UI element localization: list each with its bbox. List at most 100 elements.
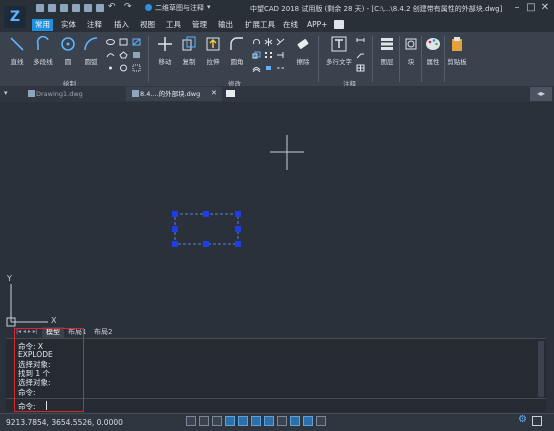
menu-app-plus[interactable]: APP+ bbox=[304, 19, 330, 31]
stretch-button[interactable]: 拉伸 bbox=[202, 36, 224, 66]
block-button[interactable]: 块 bbox=[402, 36, 420, 66]
menu-extension-tools[interactable]: 扩展工具 bbox=[242, 19, 278, 31]
menu-online[interactable]: 在线 bbox=[280, 19, 301, 31]
tab-layout2[interactable]: 布局2 bbox=[90, 327, 116, 338]
otrack-toggle-icon[interactable] bbox=[251, 416, 261, 426]
command-scrollbar[interactable] bbox=[538, 341, 544, 397]
menu-solid[interactable]: 实体 bbox=[58, 19, 79, 31]
erase-button[interactable]: 擦除 bbox=[292, 36, 314, 66]
break-icon[interactable] bbox=[276, 64, 285, 72]
command-window[interactable]: 命令: X EXPLODE 选择对象: 找到 1 个 选择对象: 命令: 命令: bbox=[6, 338, 546, 412]
layer-button[interactable]: 图层 bbox=[376, 36, 398, 66]
drawing-canvas[interactable]: Y X bbox=[0, 102, 554, 330]
lineweight-toggle-icon[interactable] bbox=[264, 416, 274, 426]
hatch-icon[interactable] bbox=[132, 38, 141, 46]
grip[interactable] bbox=[203, 241, 209, 247]
dynamic-input-toggle-icon[interactable] bbox=[277, 416, 287, 426]
copy-button[interactable]: 复制 bbox=[178, 36, 200, 66]
menu-view[interactable]: 视图 bbox=[137, 19, 158, 31]
maximize-button[interactable]: □ bbox=[524, 2, 538, 14]
fillet-button[interactable]: 圆角 bbox=[226, 36, 248, 66]
mirror-icon[interactable] bbox=[264, 38, 273, 46]
scale-icon[interactable] bbox=[252, 51, 261, 59]
boundary-icon[interactable] bbox=[132, 64, 141, 72]
rotate-icon[interactable] bbox=[252, 38, 261, 46]
fullscreen-icon[interactable] bbox=[532, 416, 542, 426]
menu-insert[interactable]: 插入 bbox=[111, 19, 132, 31]
workspace-selector[interactable]: 二维草图与注释 bbox=[155, 3, 204, 13]
snap-toggle-icon[interactable] bbox=[186, 416, 196, 426]
grip[interactable] bbox=[172, 241, 178, 247]
properties-button[interactable]: 属性 bbox=[423, 36, 443, 66]
new-tab-icon[interactable] bbox=[226, 90, 235, 97]
osnap-toggle-icon[interactable] bbox=[238, 416, 248, 426]
ribbon-separator bbox=[444, 36, 445, 82]
line-button[interactable]: 直线 bbox=[6, 36, 28, 66]
app-logo-icon[interactable]: Z bbox=[4, 6, 26, 28]
clipboard-button[interactable]: 剪贴板 bbox=[446, 36, 468, 66]
grid-toggle-icon[interactable] bbox=[199, 416, 209, 426]
grip[interactable] bbox=[203, 211, 209, 217]
copy-icon bbox=[182, 36, 196, 51]
linear-dimension-icon[interactable] bbox=[356, 38, 365, 46]
menu-home[interactable]: 常用 bbox=[32, 19, 53, 31]
mtext-button[interactable]: 多行文字 bbox=[322, 36, 356, 66]
print-icon[interactable] bbox=[84, 4, 92, 12]
undo-icon[interactable]: ↶ bbox=[108, 2, 116, 12]
grip[interactable] bbox=[172, 211, 178, 217]
grip[interactable] bbox=[235, 226, 241, 232]
polyline-button[interactable]: 多段线 bbox=[30, 35, 56, 66]
extend-icon[interactable] bbox=[276, 51, 285, 59]
explode-icon[interactable] bbox=[264, 64, 273, 72]
grip[interactable] bbox=[235, 241, 241, 247]
ribbon-toggle-icon[interactable] bbox=[334, 20, 344, 29]
close-button[interactable]: ✕ bbox=[538, 2, 552, 14]
copy-label: 复制 bbox=[182, 58, 196, 66]
spline-icon[interactable] bbox=[106, 51, 115, 59]
table-icon[interactable] bbox=[356, 64, 365, 72]
ortho-toggle-icon[interactable] bbox=[212, 416, 222, 426]
selected-rectangle[interactable] bbox=[174, 213, 239, 245]
ellipse-icon[interactable] bbox=[106, 38, 115, 46]
polygon-icon[interactable] bbox=[119, 51, 128, 59]
selection-cycling-toggle-icon[interactable] bbox=[303, 416, 313, 426]
array-icon[interactable] bbox=[264, 51, 273, 59]
arc-icon bbox=[84, 37, 98, 51]
polar-toggle-icon[interactable] bbox=[225, 416, 235, 426]
new-file-icon[interactable] bbox=[36, 4, 44, 12]
rectangle-icon[interactable] bbox=[119, 38, 128, 46]
minimize-button[interactable]: – bbox=[510, 2, 524, 14]
chevron-down-icon[interactable]: ▾ bbox=[207, 3, 211, 11]
save-as-icon[interactable] bbox=[72, 4, 80, 12]
grip[interactable] bbox=[235, 211, 241, 217]
leader-icon[interactable] bbox=[356, 51, 365, 59]
save-icon[interactable] bbox=[60, 4, 68, 12]
close-tab-icon[interactable]: ✕ bbox=[211, 89, 217, 97]
tab-menu-icon[interactable]: ▾ bbox=[4, 89, 8, 97]
circle-button[interactable]: 圆 bbox=[58, 36, 78, 66]
open-file-icon[interactable] bbox=[48, 4, 56, 12]
arc-button[interactable]: 圆弧 bbox=[80, 36, 102, 66]
gradient-icon[interactable] bbox=[132, 51, 141, 59]
menu-manage[interactable]: 管理 bbox=[189, 19, 210, 31]
tab-scroll-button[interactable]: ◂▸ bbox=[530, 87, 552, 101]
tab-drawing1[interactable]: Drawing1.dwg bbox=[22, 87, 122, 101]
offset-icon[interactable] bbox=[252, 64, 261, 72]
plot-preview-icon[interactable] bbox=[96, 4, 104, 12]
tab-current-drawing[interactable]: 8.4....的外部块.dwg bbox=[126, 87, 222, 101]
quick-properties-toggle-icon[interactable] bbox=[290, 416, 300, 426]
region-icon[interactable] bbox=[119, 64, 128, 72]
settings-gear-icon[interactable]: ⚙ bbox=[518, 414, 527, 425]
annotation-scale-icon[interactable] bbox=[316, 416, 326, 426]
redo-icon[interactable]: ↷ bbox=[124, 2, 132, 12]
stretch-label: 拉伸 bbox=[206, 58, 220, 66]
menu-output[interactable]: 输出 bbox=[215, 19, 236, 31]
move-button[interactable]: 移动 bbox=[154, 36, 176, 66]
menu-bar: 常用 实体 注释 插入 视图 工具 管理 输出 扩展工具 在线 APP+ bbox=[30, 18, 554, 32]
point-icon[interactable] bbox=[106, 64, 115, 72]
menu-tools[interactable]: 工具 bbox=[163, 19, 184, 31]
drawing-file-icon bbox=[28, 90, 35, 97]
menu-annotate[interactable]: 注释 bbox=[84, 19, 105, 31]
trim-icon[interactable] bbox=[276, 38, 285, 46]
grip[interactable] bbox=[172, 226, 178, 232]
